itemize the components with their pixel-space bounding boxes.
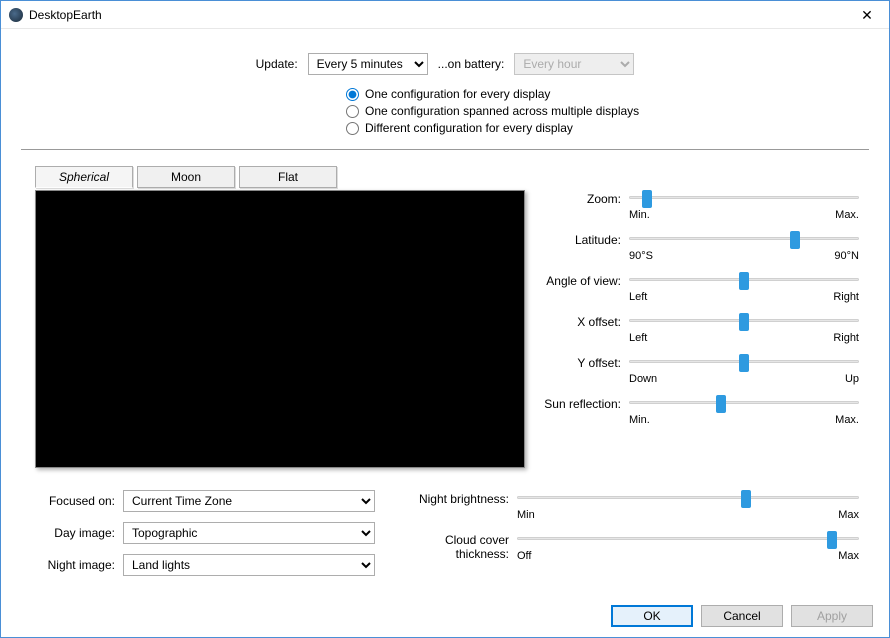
app-icon bbox=[9, 8, 23, 22]
radio-spanned[interactable] bbox=[346, 105, 359, 118]
tab-moon[interactable]: Moon bbox=[137, 166, 235, 188]
sun-min: Min. bbox=[629, 414, 650, 426]
cloud-min: Off bbox=[517, 550, 531, 562]
left-selects: Focused on: Current Time Zone Day image:… bbox=[35, 490, 375, 586]
yoffset-min: Down bbox=[629, 373, 657, 385]
yoffset-thumb[interactable] bbox=[739, 354, 749, 372]
angle-min: Left bbox=[629, 291, 647, 303]
xoffset-slider-row: X offset: Left Right bbox=[543, 313, 859, 344]
latitude-max: 90°N bbox=[834, 250, 859, 262]
sun-max: Max. bbox=[835, 414, 859, 426]
radio-different[interactable] bbox=[346, 122, 359, 135]
tab-spherical[interactable]: Spherical bbox=[35, 166, 133, 188]
right-sliders: Night brightness: Min Max Cloud cover thi… bbox=[393, 490, 869, 586]
angle-label: Angle of view: bbox=[543, 272, 629, 288]
yoffset-slider-row: Y offset: Down Up bbox=[543, 354, 859, 385]
focused-select[interactable]: Current Time Zone bbox=[123, 490, 375, 512]
xoffset-thumb[interactable] bbox=[739, 313, 749, 331]
night-brightness-label: Night brightness: bbox=[393, 490, 517, 506]
config-radio-2[interactable]: One configuration spanned across multipl… bbox=[346, 104, 869, 118]
latitude-slider[interactable] bbox=[629, 231, 859, 249]
sliders-panel: Zoom: Min. Max. Latitude: 90°S 90°N Angle … bbox=[543, 190, 869, 468]
zoom-slider-row: Zoom: Min. Max. bbox=[543, 190, 859, 221]
update-label: Update: bbox=[256, 57, 298, 71]
button-row: OK Cancel Apply bbox=[611, 605, 873, 627]
battery-select[interactable]: Every hour bbox=[514, 53, 634, 75]
focused-row: Focused on: Current Time Zone bbox=[35, 490, 375, 512]
day-image-label: Day image: bbox=[35, 526, 115, 540]
bottom-area: Focused on: Current Time Zone Day image:… bbox=[21, 490, 869, 586]
yoffset-label: Y offset: bbox=[543, 354, 629, 370]
xoffset-max: Right bbox=[833, 332, 859, 344]
content: Update: Every 5 minutes ...on battery: E… bbox=[1, 29, 889, 596]
config-radio-1[interactable]: One configuration for every display bbox=[346, 87, 869, 101]
day-image-row: Day image: Topographic bbox=[35, 522, 375, 544]
sun-thumb[interactable] bbox=[716, 395, 726, 413]
yoffset-slider[interactable] bbox=[629, 354, 859, 372]
latitude-thumb[interactable] bbox=[790, 231, 800, 249]
tabs: Spherical Moon Flat bbox=[35, 166, 869, 188]
ok-button[interactable]: OK bbox=[611, 605, 693, 627]
night-max: Max bbox=[838, 509, 859, 521]
cloud-thickness-slider[interactable] bbox=[517, 531, 859, 549]
night-image-row: Night image: Land lights bbox=[35, 554, 375, 576]
cloud-thickness-label: Cloud cover thickness: bbox=[393, 531, 517, 561]
zoom-thumb[interactable] bbox=[642, 190, 652, 208]
titlebar: DesktopEarth ✕ bbox=[1, 1, 889, 29]
config-radio-3[interactable]: Different configuration for every displa… bbox=[346, 121, 869, 135]
night-min: Min bbox=[517, 509, 535, 521]
zoom-slider[interactable] bbox=[629, 190, 859, 208]
close-icon[interactable]: ✕ bbox=[845, 1, 889, 29]
night-brightness-thumb[interactable] bbox=[741, 490, 751, 508]
window: DesktopEarth ✕ Update: Every 5 minutes .… bbox=[0, 0, 890, 638]
zoom-min: Min. bbox=[629, 209, 650, 221]
radio-label-2: One configuration spanned across multipl… bbox=[365, 104, 639, 118]
update-select[interactable]: Every 5 minutes bbox=[308, 53, 428, 75]
cloud-thickness-thumb[interactable] bbox=[827, 531, 837, 549]
config-radio-group: One configuration for every display One … bbox=[346, 87, 869, 135]
latitude-label: Latitude: bbox=[543, 231, 629, 247]
radio-label-3: Different configuration for every displa… bbox=[365, 121, 573, 135]
night-image-label: Night image: bbox=[35, 558, 115, 572]
window-title: DesktopEarth bbox=[29, 8, 845, 22]
battery-label: ...on battery: bbox=[438, 57, 505, 71]
focused-label: Focused on: bbox=[35, 494, 115, 508]
latitude-min: 90°S bbox=[629, 250, 653, 262]
night-image-select[interactable]: Land lights bbox=[123, 554, 375, 576]
latitude-slider-row: Latitude: 90°S 90°N bbox=[543, 231, 859, 262]
day-image-select[interactable]: Topographic bbox=[123, 522, 375, 544]
xoffset-min: Left bbox=[629, 332, 647, 344]
sun-slider[interactable] bbox=[629, 395, 859, 413]
sun-label: Sun reflection: bbox=[543, 395, 629, 411]
night-brightness-slider[interactable] bbox=[517, 490, 859, 508]
cloud-max: Max bbox=[838, 550, 859, 562]
angle-slider-row: Angle of view: Left Right bbox=[543, 272, 859, 303]
night-brightness-row: Night brightness: Min Max bbox=[393, 490, 859, 521]
zoom-label: Zoom: bbox=[543, 190, 629, 206]
sun-slider-row: Sun reflection: Min. Max. bbox=[543, 395, 859, 426]
angle-max: Right bbox=[833, 291, 859, 303]
divider bbox=[21, 149, 869, 150]
cloud-thickness-row: Cloud cover thickness: Off Max bbox=[393, 531, 859, 562]
radio-label-1: One configuration for every display bbox=[365, 87, 550, 101]
zoom-max: Max. bbox=[835, 209, 859, 221]
main-area: Zoom: Min. Max. Latitude: 90°S 90°N Angle … bbox=[21, 190, 869, 468]
xoffset-label: X offset: bbox=[543, 313, 629, 329]
radio-one-per-display[interactable] bbox=[346, 88, 359, 101]
angle-slider[interactable] bbox=[629, 272, 859, 290]
yoffset-max: Up bbox=[845, 373, 859, 385]
apply-button[interactable]: Apply bbox=[791, 605, 873, 627]
cancel-button[interactable]: Cancel bbox=[701, 605, 783, 627]
update-row: Update: Every 5 minutes ...on battery: E… bbox=[21, 53, 869, 75]
xoffset-slider[interactable] bbox=[629, 313, 859, 331]
preview-image bbox=[35, 190, 525, 468]
tab-flat[interactable]: Flat bbox=[239, 166, 337, 188]
angle-thumb[interactable] bbox=[739, 272, 749, 290]
